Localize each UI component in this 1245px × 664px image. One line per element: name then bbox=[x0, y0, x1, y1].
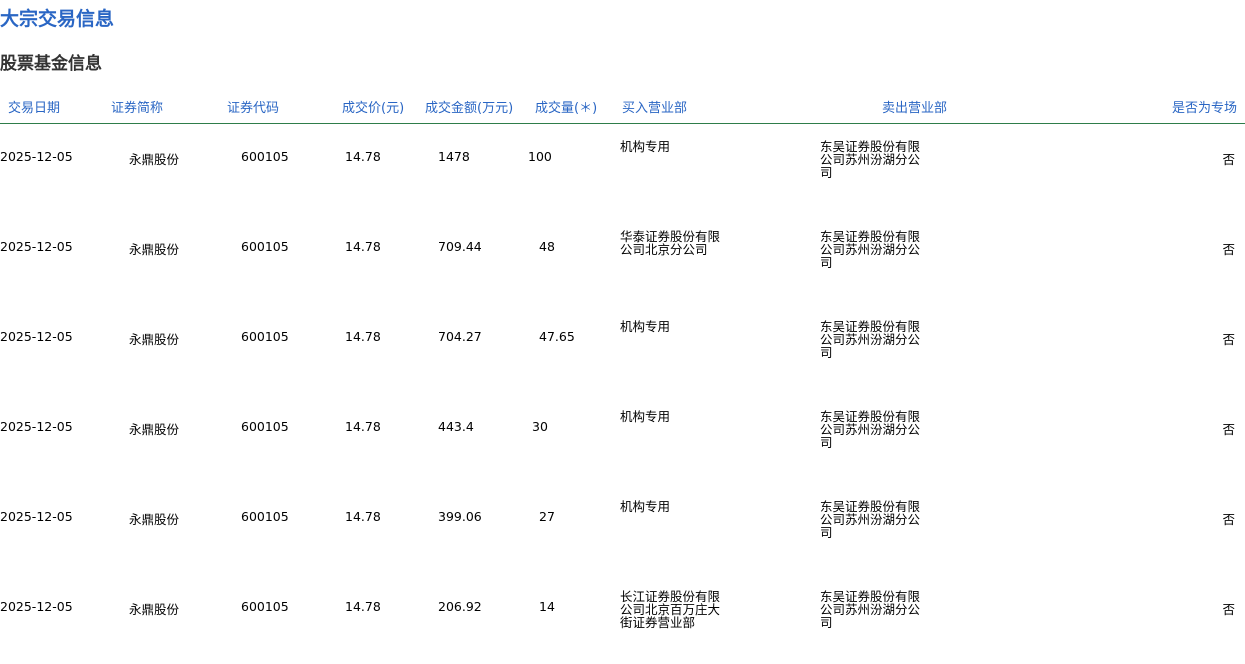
cell-volume: 30 bbox=[532, 419, 548, 434]
cell-special: 否 bbox=[1222, 242, 1235, 257]
cell-trade-date: 2025-12-05 bbox=[0, 509, 73, 524]
page-title: 大宗交易信息 bbox=[0, 8, 115, 30]
table-row: 2025-12-05 永鼎股份 600105 14.78 443.4 30 机构… bbox=[0, 388, 1245, 478]
cell-seller: 东吴证券股份有限公司苏州汾湖分公司 bbox=[820, 409, 921, 450]
table-row: 2025-12-05 永鼎股份 600105 14.78 709.44 48 华… bbox=[0, 208, 1245, 298]
cell-seller: 东吴证券股份有限公司苏州汾湖分公司 bbox=[820, 319, 921, 360]
cell-amount: 399.06 bbox=[438, 509, 482, 524]
cell-seller: 东吴证券股份有限公司苏州汾湖分公司 bbox=[820, 139, 921, 180]
cell-amount: 206.92 bbox=[438, 599, 482, 614]
cell-special: 否 bbox=[1222, 152, 1235, 167]
cell-buyer: 机构专用 bbox=[620, 319, 671, 334]
table-row: 2025-12-05 永鼎股份 600105 14.78 704.27 47.6… bbox=[0, 298, 1245, 388]
header-volume[interactable]: 成交量(＊) bbox=[535, 97, 597, 116]
cell-volume: 100 bbox=[528, 149, 552, 164]
cell-price: 14.78 bbox=[345, 509, 381, 524]
cell-security-name: 永鼎股份 bbox=[129, 422, 180, 437]
cell-volume: 14 bbox=[539, 599, 555, 614]
cell-security-name: 永鼎股份 bbox=[129, 152, 180, 167]
cell-price: 14.78 bbox=[345, 329, 381, 344]
cell-volume: 47.65 bbox=[539, 329, 575, 344]
header-security-name[interactable]: 证券简称 bbox=[111, 97, 163, 116]
table-row: 2025-12-05 永鼎股份 600105 14.78 1478 100 机构… bbox=[0, 118, 1245, 208]
cell-price: 14.78 bbox=[345, 149, 381, 164]
header-price[interactable]: 成交价(元) bbox=[342, 97, 404, 116]
cell-security-name: 永鼎股份 bbox=[129, 332, 180, 347]
cell-security-name: 永鼎股份 bbox=[129, 512, 180, 527]
cell-security-code: 600105 bbox=[241, 509, 289, 524]
cell-special: 否 bbox=[1222, 602, 1235, 617]
cell-special: 否 bbox=[1222, 422, 1235, 437]
header-buyer[interactable]: 买入营业部 bbox=[622, 97, 687, 116]
cell-buyer: 机构专用 bbox=[620, 139, 671, 154]
cell-amount: 443.4 bbox=[438, 419, 474, 434]
cell-special: 否 bbox=[1222, 332, 1235, 347]
cell-security-name: 永鼎股份 bbox=[129, 602, 180, 617]
cell-security-code: 600105 bbox=[241, 329, 289, 344]
cell-seller: 东吴证券股份有限公司苏州汾湖分公司 bbox=[820, 229, 921, 270]
header-amount[interactable]: 成交金额(万元) bbox=[425, 97, 513, 116]
cell-security-code: 600105 bbox=[241, 239, 289, 254]
header-seller[interactable]: 卖出营业部 bbox=[882, 97, 947, 116]
cell-amount: 709.44 bbox=[438, 239, 482, 254]
header-trade-date[interactable]: 交易日期 bbox=[8, 97, 60, 116]
cell-trade-date: 2025-12-05 bbox=[0, 239, 73, 254]
page: 大宗交易信息 股票基金信息 交易日期 证券简称 证券代码 成交价(元) 成交金额… bbox=[0, 0, 1245, 664]
cell-buyer: 华泰证券股份有限公司北京分公司 bbox=[620, 229, 721, 257]
table-row: 2025-12-05 永鼎股份 600105 14.78 206.92 14 长… bbox=[0, 568, 1245, 658]
cell-seller: 东吴证券股份有限公司苏州汾湖分公司 bbox=[820, 499, 921, 540]
section-title: 股票基金信息 bbox=[0, 54, 102, 74]
cell-amount: 704.27 bbox=[438, 329, 482, 344]
cell-trade-date: 2025-12-05 bbox=[0, 599, 73, 614]
cell-trade-date: 2025-12-05 bbox=[0, 329, 73, 344]
cell-trade-date: 2025-12-05 bbox=[0, 419, 73, 434]
cell-buyer: 长江证券股份有限公司北京百万庄大街证券营业部 bbox=[620, 589, 721, 630]
header-special[interactable]: 是否为专场 bbox=[1172, 97, 1237, 116]
cell-volume: 27 bbox=[539, 509, 555, 524]
cell-price: 14.78 bbox=[345, 419, 381, 434]
cell-volume: 48 bbox=[539, 239, 555, 254]
cell-amount: 1478 bbox=[438, 149, 470, 164]
cell-price: 14.78 bbox=[345, 599, 381, 614]
cell-security-code: 600105 bbox=[241, 419, 289, 434]
cell-trade-date: 2025-12-05 bbox=[0, 149, 73, 164]
cell-special: 否 bbox=[1222, 512, 1235, 527]
cell-price: 14.78 bbox=[345, 239, 381, 254]
cell-buyer: 机构专用 bbox=[620, 499, 671, 514]
cell-buyer: 机构专用 bbox=[620, 409, 671, 424]
cell-security-code: 600105 bbox=[241, 149, 289, 164]
table-row: 2025-12-05 永鼎股份 600105 14.78 399.06 27 机… bbox=[0, 478, 1245, 568]
cell-security-name: 永鼎股份 bbox=[129, 242, 180, 257]
cell-seller: 东吴证券股份有限公司苏州汾湖分公司 bbox=[820, 589, 921, 630]
cell-security-code: 600105 bbox=[241, 599, 289, 614]
header-security-code[interactable]: 证券代码 bbox=[227, 97, 279, 116]
